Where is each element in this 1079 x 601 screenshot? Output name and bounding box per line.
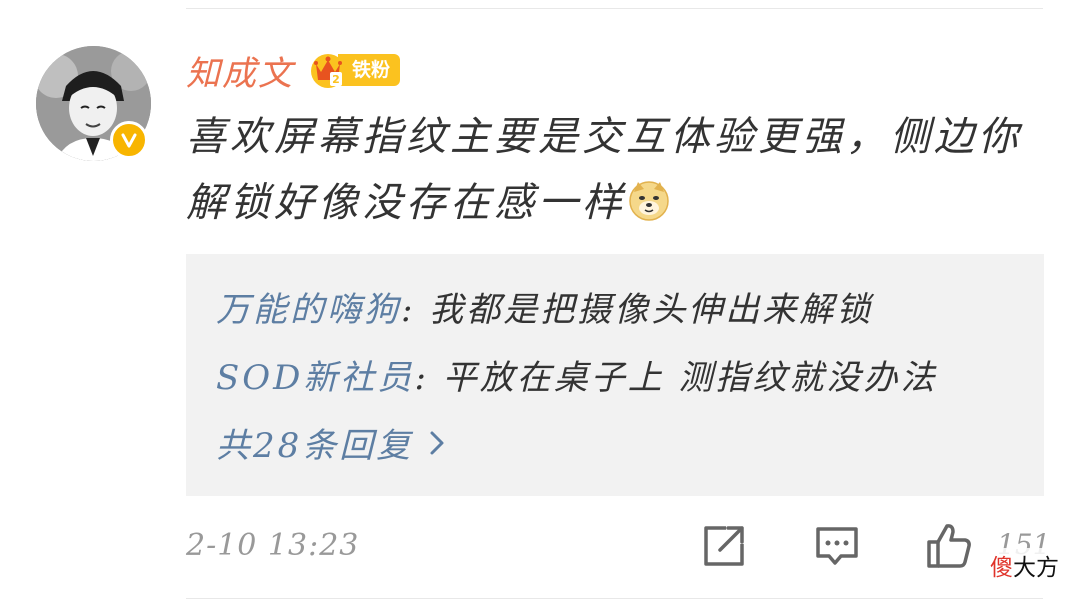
reply-item[interactable]: SOD新社员: 平放在桌子上 测指纹就没办法 [216,350,938,399]
reply-separator: : [401,290,430,330]
chevron-right-icon [430,431,444,454]
author-row: 知成文 2 铁粉 [186,44,401,96]
comment-text: 喜欢屏幕指纹主要是交互体验更强，侧边你解锁好像没存在感一样 [186,104,1056,236]
reply-username[interactable]: 万能的嗨狗 [216,290,401,330]
top-divider [186,8,1043,9]
verified-badge [110,121,148,159]
doge-icon [629,181,669,221]
reply-separator: : [414,358,443,398]
bottom-divider [186,598,1043,599]
watermark-part1: 傻 [990,555,1013,581]
fan-badge[interactable]: 2 铁粉 [308,52,401,88]
verified-check-icon [121,133,137,148]
more-replies-link[interactable]: 共28条回复 [216,418,445,467]
like-icon[interactable] [925,522,973,570]
reply-item[interactable]: 万能的嗨狗: 我都是把摄像头伸出来解锁 [216,282,873,331]
share-icon[interactable] [700,522,748,570]
watermark-part2: 大方 [1013,555,1059,581]
more-replies-label: 共28条回复 [216,426,414,466]
reply-text: 平放在桌子上 测指纹就没办法 [442,358,938,398]
reply-username[interactable]: SOD新社员 [216,358,414,398]
reply-text: 我都是把摄像头伸出来解锁 [429,290,874,330]
watermark: 傻大方 [988,548,1061,582]
author-name[interactable]: 知成文 [186,46,294,95]
comment-icon[interactable] [813,522,861,570]
timestamp: 2-10 13:23 [186,528,360,563]
crown-icon: 2 [311,54,345,88]
reply-box: 万能的嗨狗: 我都是把摄像头伸出来解锁 SOD新社员: 平放在桌子上 测指纹就没… [186,254,1044,496]
fan-badge-level: 2 [332,73,340,86]
comment-body: 喜欢屏幕指纹主要是交互体验更强，侧边你解锁好像没存在感一样 [186,114,1022,226]
